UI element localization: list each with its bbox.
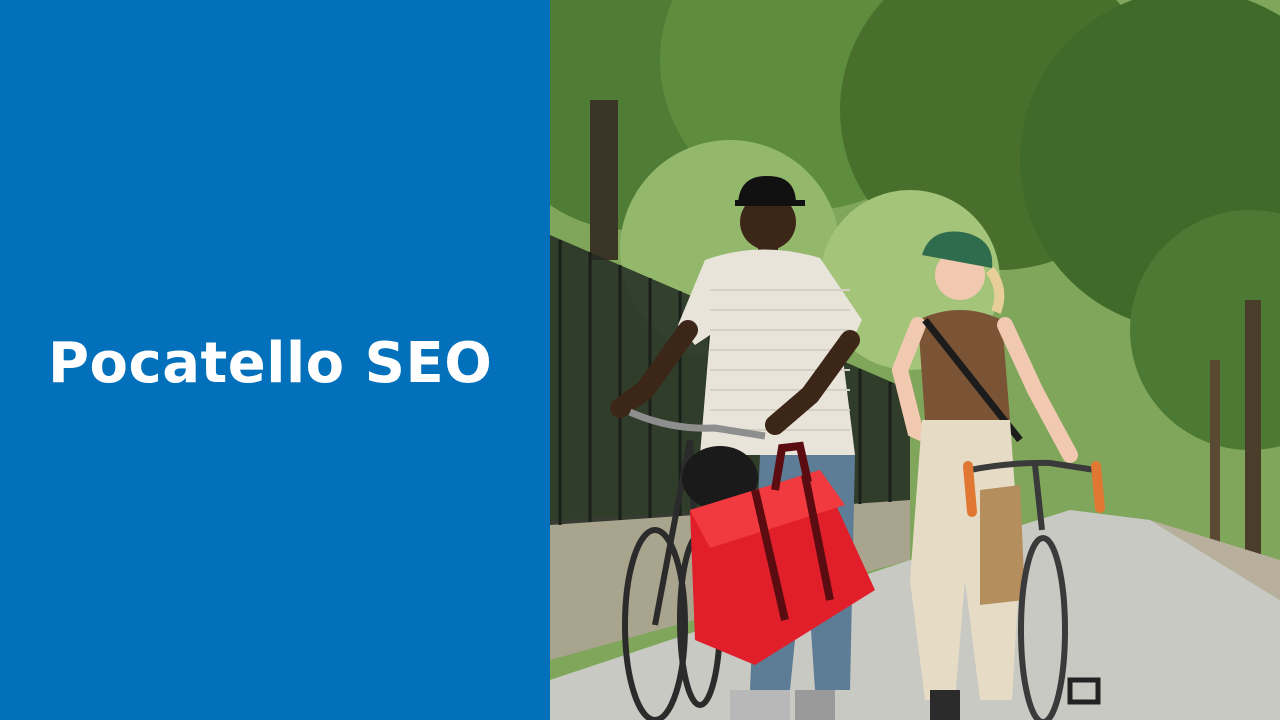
photo-illustration	[550, 0, 1280, 720]
hero-photo	[550, 0, 1280, 720]
page-title: Pocatello SEO	[48, 331, 493, 396]
title-panel: Pocatello SEO	[0, 0, 550, 720]
